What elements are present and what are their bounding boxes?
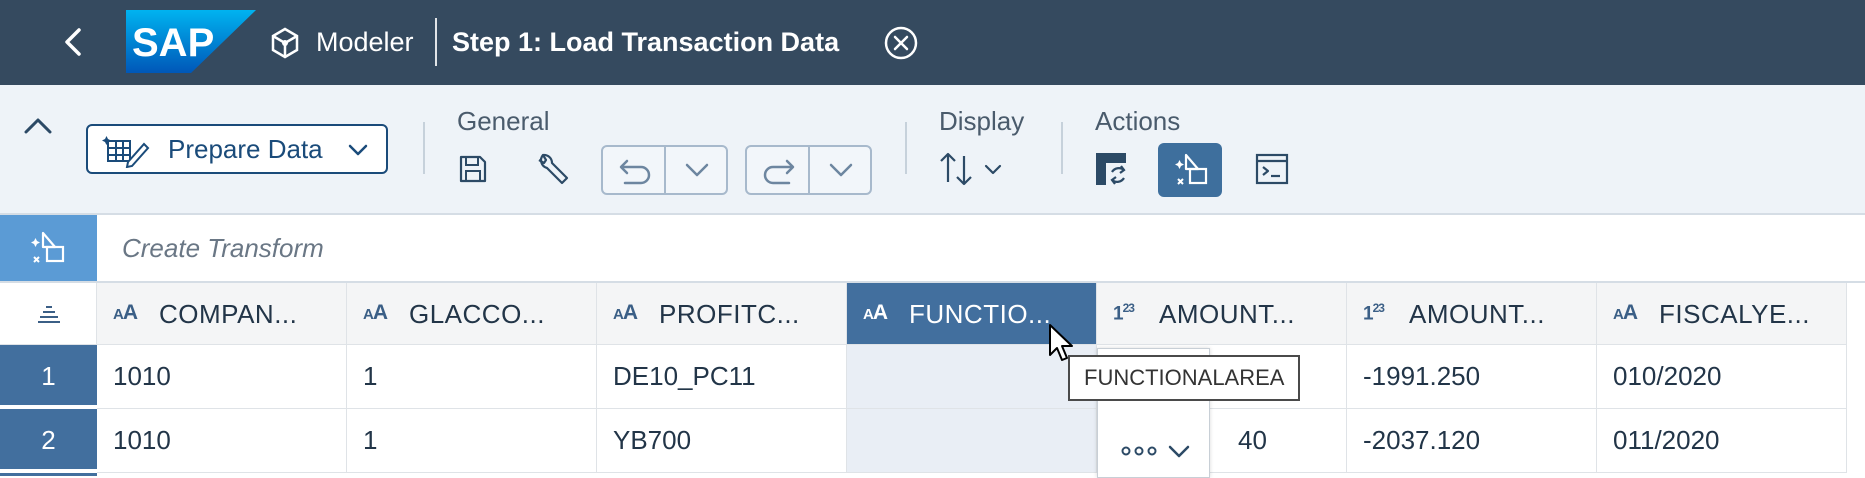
column-name: GLACCO... [409, 299, 545, 329]
modeler-cube-icon [271, 27, 299, 59]
table-cell[interactable]: 1 [347, 409, 597, 473]
app-name[interactable]: Modeler [316, 22, 414, 62]
more-options-icon[interactable] [1120, 441, 1160, 461]
numeric-type-superscript: 23 [1122, 301, 1135, 315]
wrench-icon[interactable] [535, 151, 571, 187]
sap-logo[interactable]: SAP [126, 10, 256, 73]
create-transform-icon [1175, 153, 1208, 185]
text-type-large-a: A [622, 301, 638, 324]
redo-icon[interactable] [757, 147, 801, 193]
text-type-small-a: A [863, 306, 874, 323]
text-type-small-a: A [1613, 306, 1624, 323]
undo-icon[interactable] [613, 147, 657, 193]
split-divider [808, 147, 810, 193]
column-type-icon: 123 [1113, 301, 1135, 325]
toolbar-separator [423, 122, 425, 174]
shell-divider [435, 18, 437, 66]
save-icon[interactable] [456, 152, 490, 186]
text-type-large-a: A [372, 301, 388, 324]
table-cell[interactable]: DE10_PC11 [597, 345, 847, 409]
column-type-icon: AA [613, 301, 638, 325]
text-type-large-a: A [872, 301, 888, 324]
table-cell[interactable]: 011/2020 [1597, 409, 1847, 473]
column-type-icon: AA [863, 301, 888, 325]
prepare-data-label: Prepare Data [168, 134, 323, 164]
data-grid: AA COMPAN... AA GLACCO... AA PROFITC... … [0, 283, 1865, 478]
chevron-down-icon[interactable] [675, 147, 719, 193]
column-header[interactable]: 123 AMOUNT... [1097, 283, 1347, 345]
redo-split-button[interactable] [745, 145, 872, 195]
table-cell[interactable]: 010/2020 [1597, 345, 1847, 409]
table-cell[interactable]: 1 [347, 345, 597, 409]
column-name: PROFITC... [659, 299, 800, 329]
split-divider [664, 147, 666, 193]
text-type-large-a: A [1622, 301, 1638, 324]
page-title: Step 1: Load Transaction Data [452, 27, 840, 57]
numeric-type-digit: 1 [1113, 303, 1124, 325]
column-header[interactable]: AA GLACCO... [347, 283, 597, 345]
column-header[interactable]: AA PROFITC... [597, 283, 847, 345]
transform-icon[interactable] [1094, 150, 1130, 188]
mouse-cursor-icon [1049, 324, 1073, 361]
column-type-icon: 123 [1363, 301, 1385, 325]
numeric-type-digit: 1 [1363, 303, 1374, 325]
column-header[interactable]: 123 AMOUNT... [1347, 283, 1597, 345]
close-circle-icon[interactable] [882, 24, 920, 62]
prepare-data-icon [102, 136, 150, 168]
table-cell-selected[interactable] [847, 409, 1097, 473]
sap-logo-text: SAP [132, 21, 214, 65]
sort-icon[interactable] [938, 150, 1006, 188]
column-type-icon: AA [1613, 301, 1638, 325]
toolbar-separator [905, 122, 907, 174]
column-type-icon: AA [113, 301, 138, 325]
align-icon [38, 306, 60, 323]
table-cell[interactable]: -2037.120 [1347, 409, 1597, 473]
display-group-title: Display [939, 106, 1025, 136]
text-type-small-a: A [613, 306, 624, 323]
general-group-title: General [457, 106, 550, 136]
create-transform-toggle[interactable] [1158, 143, 1222, 197]
chevron-down-icon [348, 144, 368, 156]
table-cell[interactable]: -1991.250 [1347, 345, 1597, 409]
actions-group-title: Actions [1095, 106, 1181, 136]
row-number[interactable]: 2 [0, 409, 97, 471]
console-icon[interactable] [1255, 152, 1289, 186]
column-name: FISCALYE... [1659, 299, 1810, 329]
transform-bar-icon-button[interactable] [0, 215, 97, 281]
back-icon[interactable] [55, 22, 95, 62]
transform-bar [0, 215, 1865, 283]
column-name: FUNCTIO... [909, 299, 1052, 329]
table-cell[interactable]: 1010 [97, 345, 347, 409]
prepare-data-button[interactable]: Prepare Data [86, 124, 388, 174]
chevron-down-icon[interactable] [819, 147, 863, 193]
row-number-header[interactable] [0, 283, 97, 345]
table-cell[interactable]: 1010 [97, 409, 347, 473]
column-name: COMPAN... [159, 299, 298, 329]
undo-split-button[interactable] [601, 145, 728, 195]
table-cell[interactable]: YB700 [597, 409, 847, 473]
column-tooltip: FUNCTIONALAREA [1068, 355, 1301, 401]
text-type-large-a: A [122, 301, 138, 324]
text-type-small-a: A [363, 306, 374, 323]
row-number[interactable]: 1 [0, 345, 97, 407]
shell-bar: SAP Modeler Step 1: Load Transaction Dat… [0, 0, 1865, 85]
row-number [0, 473, 97, 478]
column-name: AMOUNT... [1409, 299, 1545, 329]
column-name: AMOUNT... [1159, 299, 1295, 329]
text-type-small-a: A [113, 306, 124, 323]
column-type-icon: AA [363, 301, 388, 325]
collapse-icon[interactable] [20, 112, 56, 142]
chevron-down-icon[interactable] [1166, 441, 1192, 461]
column-header[interactable]: AA COMPAN... [97, 283, 347, 345]
toolbar-separator [1061, 122, 1063, 174]
numeric-type-superscript: 23 [1372, 301, 1385, 315]
create-transform-icon [31, 231, 65, 263]
create-transform-input[interactable] [120, 227, 1724, 269]
column-header[interactable]: AA FISCALYE... [1597, 283, 1847, 345]
